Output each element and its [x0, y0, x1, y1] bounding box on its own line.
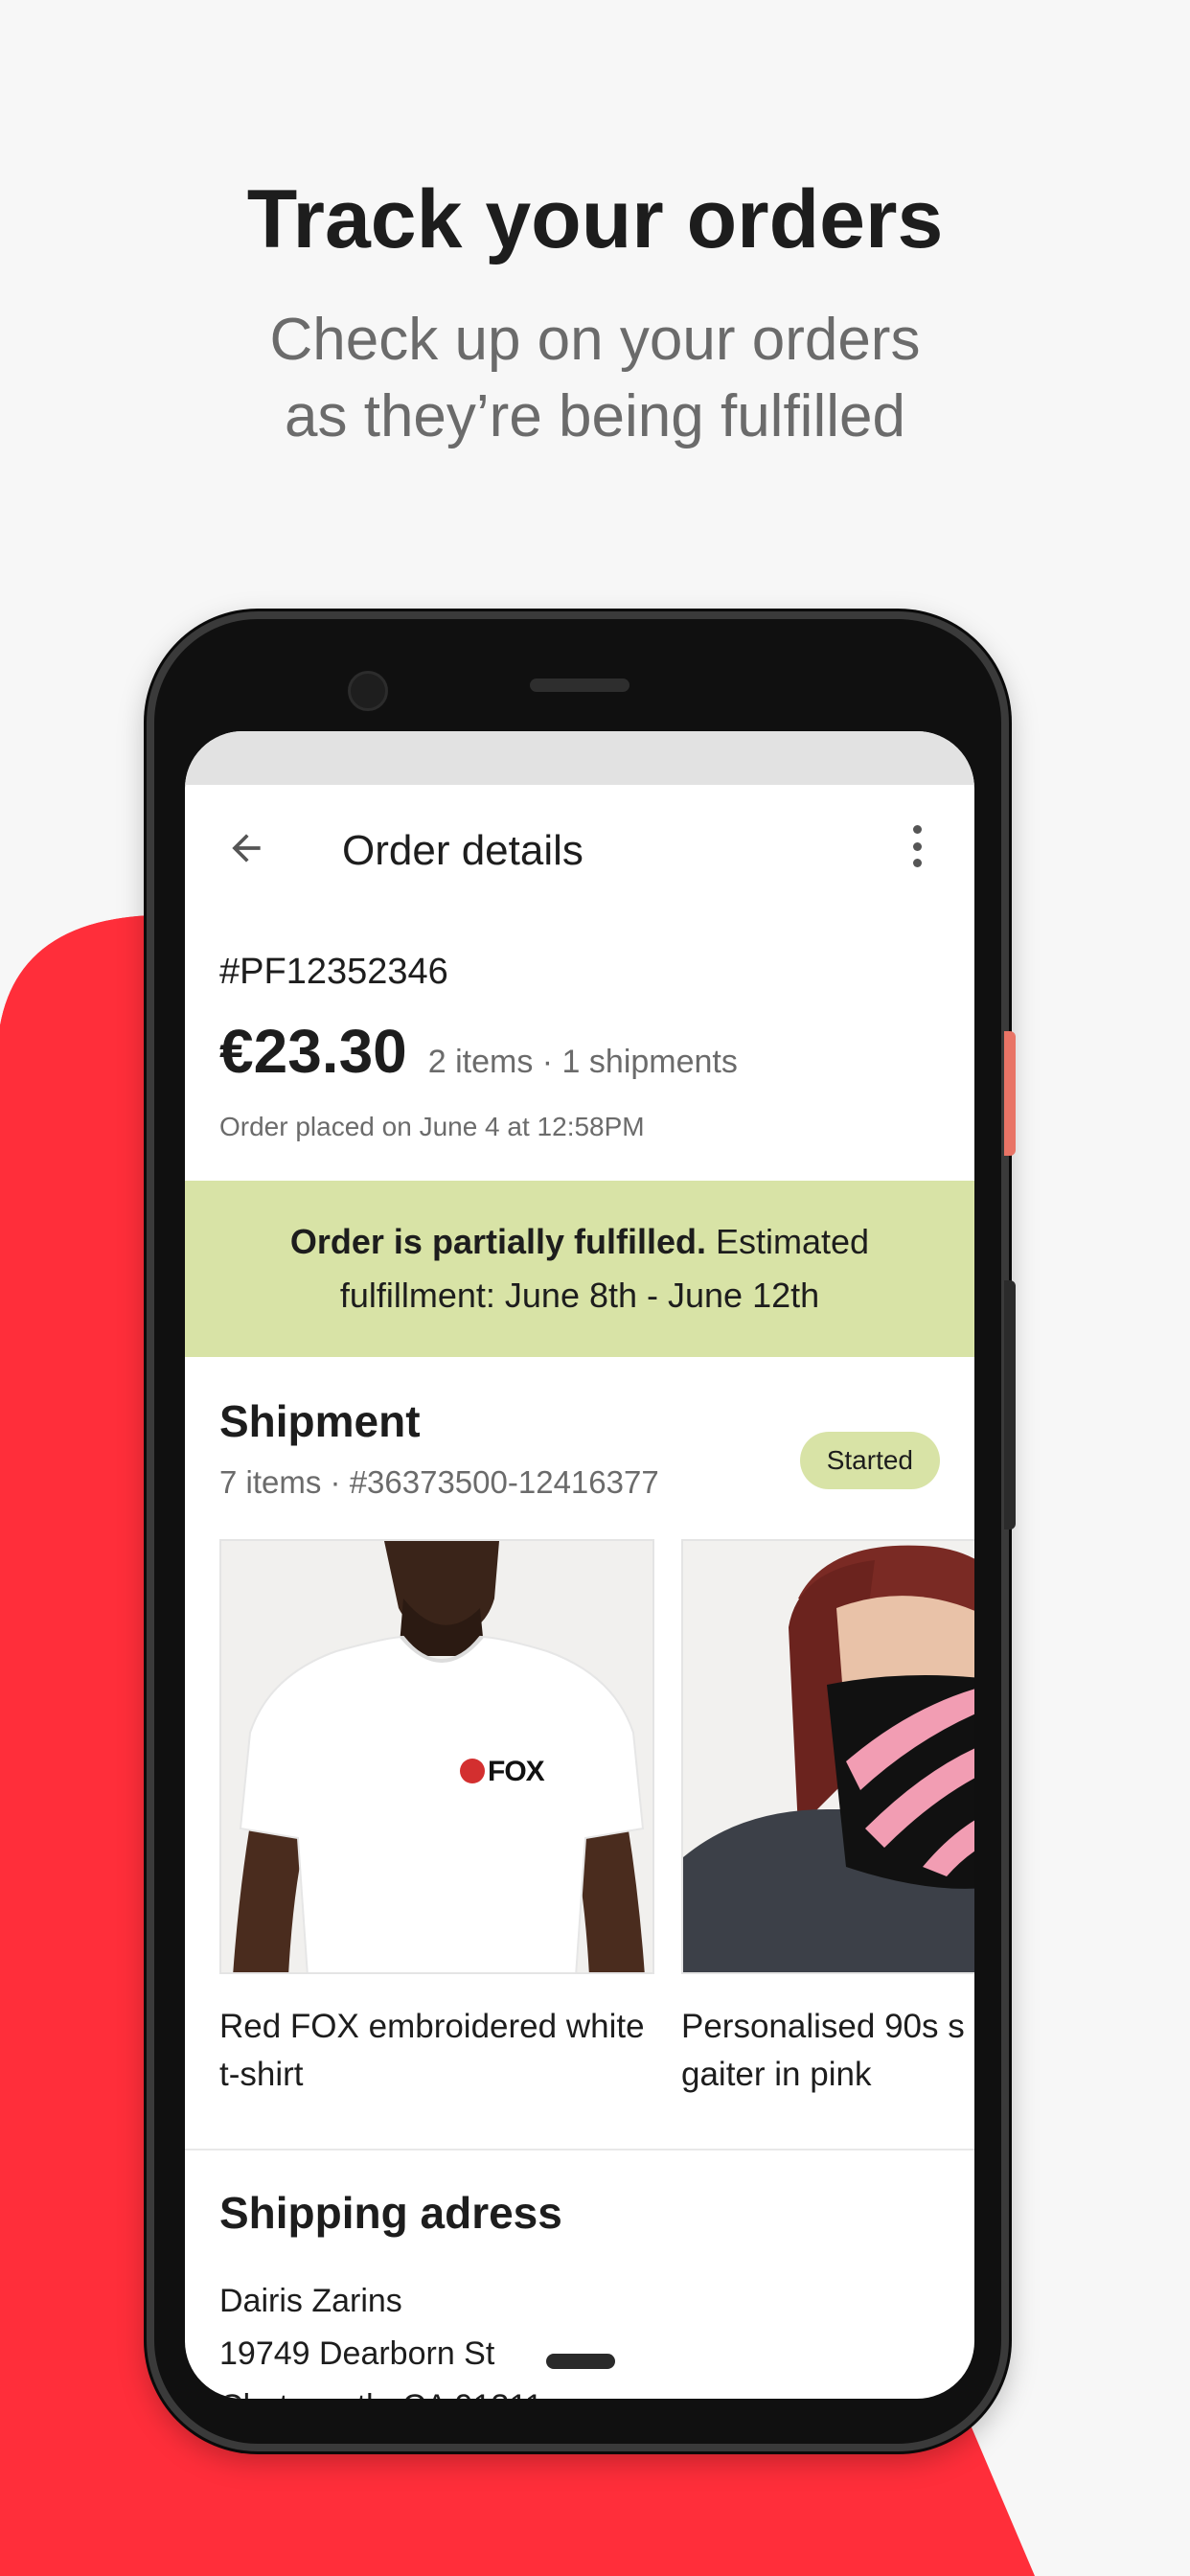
- product-image-tshirt: FOX: [219, 1539, 654, 1974]
- product-card[interactable]: Personalised 90s s neck gaiter in pink: [681, 1539, 974, 2099]
- status-badge: Started: [799, 1432, 940, 1489]
- page-title: Order details: [342, 827, 584, 874]
- product-logo-text: FOX: [488, 1756, 545, 1787]
- product-name: Red FOX embroidered white t-shirt: [219, 2008, 645, 2093]
- product-image-neck-gaiter: [681, 1539, 974, 1974]
- back-button[interactable]: [219, 821, 273, 875]
- address-line: Dairis Zarins: [219, 2283, 402, 2319]
- hero: Track your orders Check up on your order…: [0, 172, 1190, 455]
- product-card[interactable]: FOX Red FOX embroidered white t-shirt: [219, 1539, 654, 2099]
- product-name: Personalised 90s s neck gaiter in pink: [681, 2008, 974, 2093]
- hero-subtitle-line-1: Check up on your orders: [269, 307, 921, 373]
- product-carousel[interactable]: FOX Red FOX embroidered white t-shirt Pe…: [185, 1539, 974, 2099]
- home-indicator[interactable]: [546, 2354, 615, 2369]
- order-total: €23.30: [219, 1017, 407, 1086]
- phone-screen: Order details #PF12352346 €23.30 2 items…: [185, 731, 974, 2399]
- hero-subtitle-line-2: as they’re being fulfilled: [285, 383, 905, 449]
- shipping-address-title: Shipping adress: [219, 2188, 562, 2238]
- phone-power-button: [1004, 1031, 1016, 1156]
- order-placed-date: Order placed on June 4 at 12:58PM: [219, 1112, 645, 1141]
- front-camera: [348, 671, 388, 711]
- more-vertical-icon: [912, 825, 922, 834]
- more-options-button[interactable]: [898, 819, 936, 873]
- order-meta: 2 items · 1 shipments: [427, 1044, 738, 1080]
- order-id: #PF12352346: [219, 952, 448, 992]
- phone-volume-button: [1004, 1280, 1016, 1530]
- fulfillment-banner: Order is partially fulfilled. Estimated …: [185, 1181, 974, 1357]
- earpiece-speaker: [530, 678, 629, 692]
- hero-title: Track your orders: [246, 173, 944, 265]
- arrow-left-icon: [232, 834, 261, 862]
- status-bar: [185, 731, 974, 785]
- divider: [185, 2149, 974, 2150]
- fulfillment-status: Order is partially fulfilled.: [289, 1222, 706, 1261]
- address-line: Chatsworth, CA 91311: [219, 2380, 940, 2399]
- hero-subtitle: Check up on your orders as they’re being…: [0, 302, 1190, 455]
- shipment-section: Shipment Started 7 items · #36373500-124…: [185, 1395, 974, 1501]
- app-bar: Order details: [185, 785, 974, 909]
- order-summary: #PF12352346 €23.30 2 items · 1 shipments…: [185, 952, 974, 1142]
